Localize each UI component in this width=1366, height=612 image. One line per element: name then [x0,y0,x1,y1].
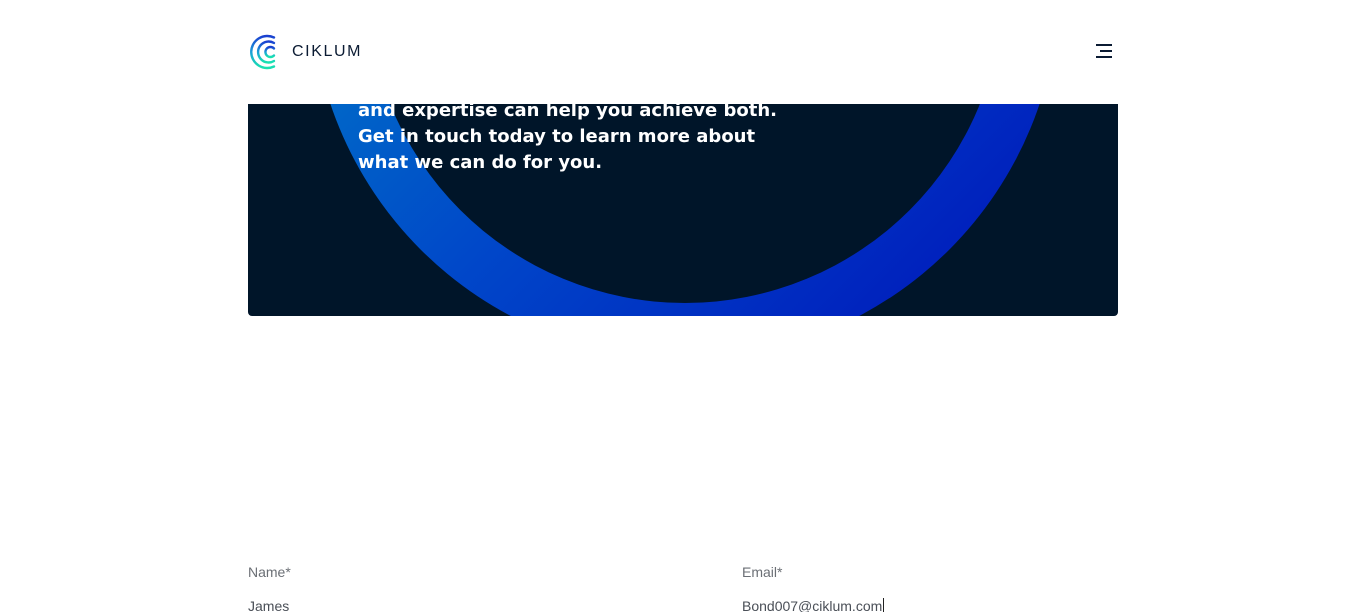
name-field-group: Name* [248,563,608,612]
hero-description: and expertise can help you achieve both.… [358,100,778,173]
hamburger-menu-icon[interactable] [1094,42,1114,60]
ciklum-logo[interactable]: CIKLUM [248,34,362,70]
site-header: CIKLUM [0,0,1366,104]
name-label: Name* [248,564,291,580]
text-cursor [883,598,885,612]
email-input-value: Bond007@ciklum.com [742,598,883,612]
email-input[interactable]: Bond007@ciklum.com [742,597,1102,612]
email-field-group: Email* Bond007@ciklum.com [742,563,1102,612]
page: and expertise can help you achieve both.… [0,0,1366,612]
ciklum-logo-icon [250,34,276,70]
name-input[interactable] [248,597,608,612]
email-label: Email* [742,564,783,580]
logo-wordmark: CIKLUM [292,43,363,60]
